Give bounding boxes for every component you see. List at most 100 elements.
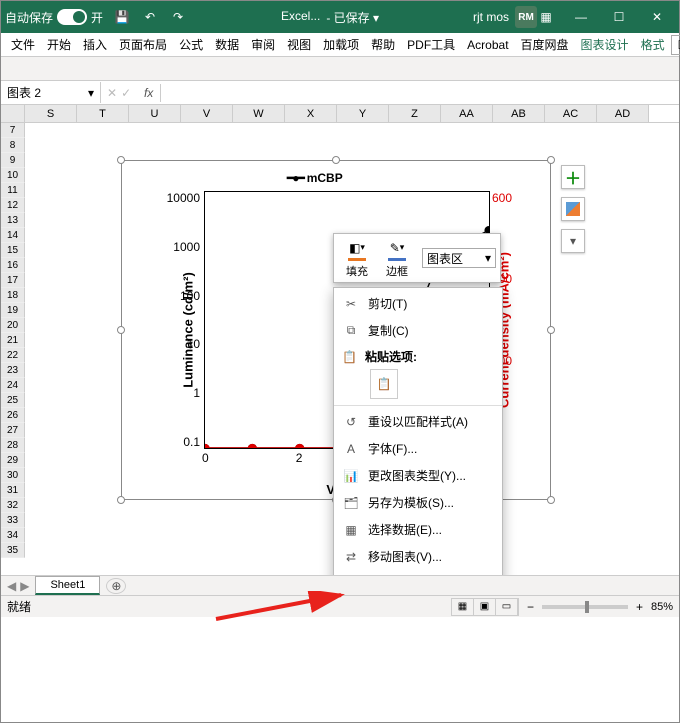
- resize-handle[interactable]: [547, 496, 555, 504]
- tab-file[interactable]: 文件: [5, 32, 41, 57]
- col-header[interactable]: X: [285, 105, 337, 122]
- menu-save-template[interactable]: 🗂另存为模板(S)...: [334, 489, 502, 516]
- row-header[interactable]: 31: [1, 483, 25, 498]
- fx-label[interactable]: fx: [137, 84, 161, 102]
- next-sheet-icon[interactable]: ▶: [20, 579, 29, 593]
- prev-sheet-icon[interactable]: ◀: [7, 579, 16, 593]
- legend-item[interactable]: mCBP: [287, 171, 343, 185]
- row-header[interactable]: 26: [1, 408, 25, 423]
- tab-insert[interactable]: 插入: [77, 32, 113, 57]
- col-header[interactable]: AC: [545, 105, 597, 122]
- chart-filter-button[interactable]: ▾: [561, 229, 585, 253]
- resize-handle[interactable]: [332, 156, 340, 164]
- col-header[interactable]: T: [77, 105, 129, 122]
- tab-format[interactable]: 格式: [635, 32, 671, 57]
- row-header[interactable]: 25: [1, 393, 25, 408]
- row-header[interactable]: 14: [1, 228, 25, 243]
- accept-formula-icon[interactable]: ✓: [121, 86, 131, 100]
- ribbon-options-icon[interactable]: ▦: [537, 8, 555, 26]
- resize-handle[interactable]: [547, 156, 555, 164]
- share-button[interactable]: ☐: [671, 35, 680, 55]
- undo-icon[interactable]: ↶: [141, 8, 159, 26]
- sheet-tab[interactable]: Sheet1: [35, 576, 100, 595]
- page-break-button[interactable]: ▭: [496, 599, 518, 615]
- row-header[interactable]: 13: [1, 213, 25, 228]
- tab-home[interactable]: 开始: [41, 32, 77, 57]
- row-header[interactable]: 20: [1, 318, 25, 333]
- row-header[interactable]: 30: [1, 468, 25, 483]
- menu-copy[interactable]: ⧉复制(C): [334, 317, 502, 344]
- tab-view[interactable]: 视图: [281, 32, 317, 57]
- menu-font[interactable]: A字体(F)...: [334, 435, 502, 462]
- row-header[interactable]: 22: [1, 348, 25, 363]
- row-header[interactable]: 32: [1, 498, 25, 513]
- normal-view-button[interactable]: ▦: [452, 599, 474, 615]
- col-header[interactable]: V: [181, 105, 233, 122]
- menu-change-chart-type[interactable]: 📊更改图表类型(Y)...: [334, 462, 502, 489]
- menu-move-chart[interactable]: ⇄移动图表(V)...: [334, 543, 502, 570]
- maximize-button[interactable]: ☐: [601, 1, 637, 33]
- tab-pagelayout[interactable]: 页面布局: [113, 32, 173, 57]
- cancel-formula-icon[interactable]: ✕: [107, 86, 117, 100]
- row-header[interactable]: 23: [1, 363, 25, 378]
- tab-baidu[interactable]: 百度网盘: [515, 32, 575, 57]
- autosave-toggle[interactable]: 自动保存 开: [5, 9, 103, 26]
- row-header[interactable]: 33: [1, 513, 25, 528]
- zoom-slider[interactable]: [542, 605, 628, 609]
- row-header[interactable]: 35: [1, 543, 25, 558]
- worksheet-area[interactable]: S T U V W X Y Z AA AB AC AD 789101112131…: [1, 105, 679, 575]
- add-sheet-button[interactable]: ⊕: [106, 578, 126, 594]
- tab-acrobat[interactable]: Acrobat: [461, 34, 514, 56]
- row-header[interactable]: 11: [1, 183, 25, 198]
- tab-formulas[interactable]: 公式: [173, 32, 209, 57]
- chart-area-combo[interactable]: 图表区 ▾: [422, 248, 496, 268]
- resize-handle[interactable]: [117, 326, 125, 334]
- resize-handle[interactable]: [117, 496, 125, 504]
- zoom-in-button[interactable]: +: [636, 600, 643, 614]
- fill-color-button[interactable]: ◧▾ 填充: [338, 238, 376, 279]
- col-header[interactable]: AD: [597, 105, 649, 122]
- row-header[interactable]: 12: [1, 198, 25, 213]
- col-header[interactable]: W: [233, 105, 285, 122]
- page-layout-button[interactable]: ▣: [474, 599, 496, 615]
- menu-cut[interactable]: ✂剪切(T): [334, 290, 502, 317]
- menu-select-data[interactable]: ▦选择数据(E)...: [334, 516, 502, 543]
- menu-reset-style[interactable]: ↺重设以匹配样式(A): [334, 408, 502, 435]
- col-header[interactable]: S: [25, 105, 77, 122]
- col-header[interactable]: Z: [389, 105, 441, 122]
- row-header[interactable]: 16: [1, 258, 25, 273]
- tab-data[interactable]: 数据: [209, 32, 245, 57]
- row-header[interactable]: 21: [1, 333, 25, 348]
- row-header[interactable]: 19: [1, 303, 25, 318]
- select-all-corner[interactable]: [1, 105, 25, 122]
- col-header[interactable]: AB: [493, 105, 545, 122]
- minimize-button[interactable]: —: [563, 1, 599, 33]
- tab-addins[interactable]: 加载项: [317, 32, 365, 57]
- close-button[interactable]: ✕: [639, 1, 675, 33]
- row-header[interactable]: 29: [1, 453, 25, 468]
- zoom-out-button[interactable]: −: [527, 600, 534, 614]
- row-header[interactable]: 8: [1, 138, 25, 153]
- tab-chartdesign[interactable]: 图表设计: [575, 32, 635, 57]
- resize-handle[interactable]: [547, 326, 555, 334]
- row-header[interactable]: 7: [1, 123, 25, 138]
- tab-review[interactable]: 审阅: [245, 32, 281, 57]
- zoom-level[interactable]: 85%: [651, 601, 673, 613]
- row-header[interactable]: 9: [1, 153, 25, 168]
- formula-input[interactable]: [161, 84, 679, 102]
- row-header[interactable]: 18: [1, 288, 25, 303]
- row-header[interactable]: 10: [1, 168, 25, 183]
- row-header[interactable]: 17: [1, 273, 25, 288]
- row-header[interactable]: 15: [1, 243, 25, 258]
- col-header[interactable]: AA: [441, 105, 493, 122]
- account-area[interactable]: rjt mos RM: [473, 6, 537, 28]
- chart-styles-button[interactable]: [561, 197, 585, 221]
- save-icon[interactable]: 💾: [113, 8, 131, 26]
- border-button[interactable]: ✎▾ 边框: [378, 238, 416, 279]
- row-header[interactable]: 28: [1, 438, 25, 453]
- tab-help[interactable]: 帮助: [365, 32, 401, 57]
- redo-icon[interactable]: ↷: [169, 8, 187, 26]
- chart-elements-button[interactable]: ＋: [561, 165, 585, 189]
- col-header[interactable]: U: [129, 105, 181, 122]
- resize-handle[interactable]: [117, 156, 125, 164]
